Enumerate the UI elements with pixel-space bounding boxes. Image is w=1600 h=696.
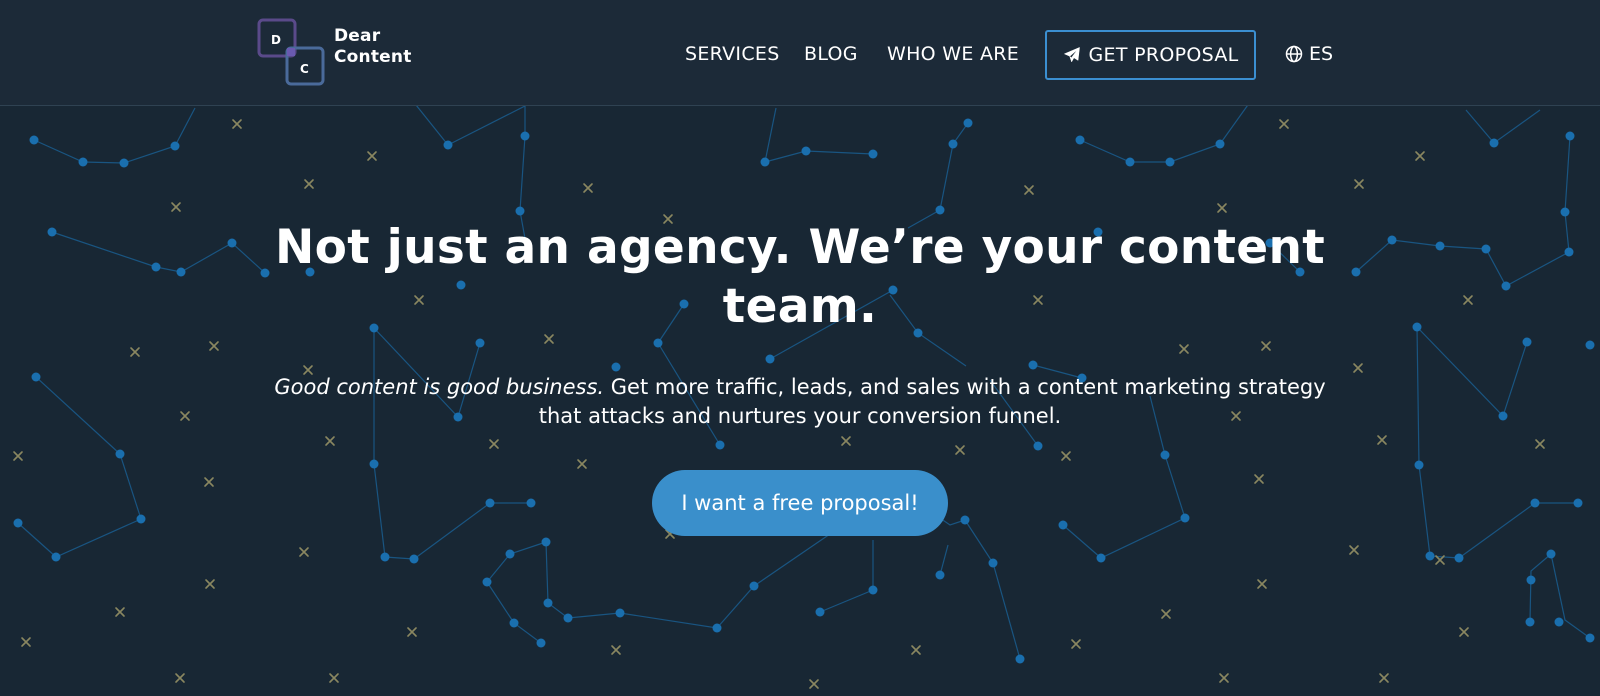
globe-icon — [1285, 45, 1303, 63]
free-proposal-button[interactable]: I want a free proposal! — [652, 470, 948, 536]
get-proposal-label: GET PROPOSAL — [1088, 44, 1239, 66]
hero-title: Not just an agency. We’re your content t… — [275, 220, 1325, 334]
nav-item-blog[interactable]: BLOG — [804, 43, 858, 65]
paper-plane-icon — [1063, 47, 1080, 63]
get-proposal-button[interactable]: GET PROPOSAL — [1045, 30, 1256, 80]
language-label: ES — [1309, 43, 1334, 65]
hero-subtitle-emphasis: Good content is good business. — [274, 375, 605, 399]
hero-subtitle: Good content is good business. Get more … — [260, 373, 1340, 431]
language-switcher[interactable]: ES — [1285, 43, 1333, 65]
site-header: D C Dear Content SERVICES BLOG WHO WE AR… — [0, 0, 1600, 106]
hero-subtitle-text: Get more traffic, leads, and sales with … — [538, 375, 1326, 428]
main-nav: SERVICES BLOG WHO WE ARE GET PROPOSAL ES — [0, 0, 1600, 105]
nav-item-services[interactable]: SERVICES — [685, 43, 780, 65]
nav-item-who-we-are[interactable]: WHO WE ARE — [887, 43, 1019, 65]
